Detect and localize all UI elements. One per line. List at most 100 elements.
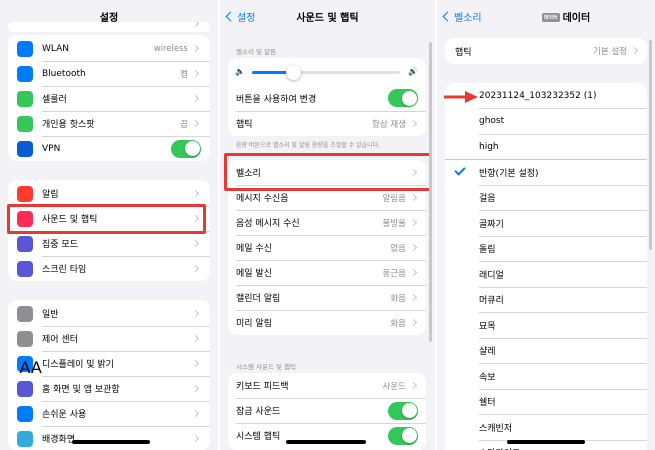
ringtone-item[interactable]: 속보 — [445, 364, 647, 389]
ringtone-item[interactable]: high — [445, 134, 647, 160]
settings-row-label: 손쉬운 사용 — [42, 410, 87, 420]
volume-knob[interactable] — [285, 65, 301, 80]
ringtone-item[interactable]: 래디얼 — [445, 262, 647, 287]
settings-row-value: 끔 — [180, 119, 188, 130]
vpn-toggle[interactable] — [171, 139, 201, 158]
settings-row-1[interactable]: 일반 — [8, 301, 210, 326]
sound-row-value: 화음 — [390, 293, 406, 304]
sound-row-3[interactable]: 시스템 햅틱 — [228, 423, 426, 448]
chevron-right-icon — [191, 359, 200, 367]
ringtone-label: 묘목 — [479, 321, 496, 332]
settings-row-label: VPN — [42, 143, 61, 154]
bell-icon — [20, 188, 31, 199]
chevron-right-icon — [191, 44, 200, 52]
haptics-value: 항상 재생 — [372, 119, 406, 130]
moon-icon — [20, 238, 31, 249]
ringtone-label: 속보 — [479, 372, 496, 383]
sound-row-1[interactable]: 키보드 피드백 사운드 — [228, 373, 426, 398]
volume-group: 🔈 🔊 버튼을 사용하여 변경 햅틱 항상 재생 — [228, 58, 426, 136]
settings-row-label: Bluetooth — [42, 68, 86, 79]
settings-row-3[interactable]: 셀룰러 — [8, 86, 210, 111]
section-header-system: 시스템 사운드 및 햅틱 — [236, 363, 297, 371]
settings-row-3[interactable]: 집중 모드 — [8, 231, 210, 256]
haptics-row[interactable]: 햅틱 항상 재생 — [228, 111, 426, 136]
settings-row-6[interactable]: 배경화면 — [8, 426, 210, 450]
settings-row-2[interactable]: Bluetooth 켬 — [8, 61, 210, 86]
display-icon-tile: AA — [17, 355, 42, 377]
settings-row-label: 배경화면 — [42, 435, 76, 445]
ringtone-item[interactable]: 묘목 — [445, 313, 647, 338]
ringtone-label: 골짜기 — [479, 219, 504, 230]
home-screen-icon — [20, 383, 31, 394]
sound-row-value: 물방울 — [382, 218, 406, 229]
display-icon: AA — [20, 358, 42, 377]
sound-row-value: 사운드 — [382, 381, 406, 392]
settings-row-4[interactable]: 개인용 핫스팟 끔 — [8, 111, 210, 136]
haptics-value: 기본 설정 — [593, 47, 627, 57]
ringtone-panel: 벨소리 데이터 데이터 햅틱 기본 설정 20231124_103232352 (… — [437, 0, 655, 450]
settings-group-network: WLAN wireless Bluetooth 켬 셀룰러 개인용 핫스팟 끔 VPN — [8, 35, 210, 161]
back-button[interactable]: 벨소리 — [442, 9, 482, 24]
ringtone-item[interactable]: 반향(기본 설정) — [445, 160, 647, 185]
settings-row-label: 홈 화면 및 앱 보관함 — [42, 385, 120, 395]
settings-row-label: 디스플레이 및 밝기 — [42, 360, 114, 370]
change-with-buttons-toggle[interactable] — [388, 89, 418, 107]
ringtone-item[interactable]: 돌림 — [445, 236, 647, 262]
home-indicator — [72, 440, 150, 444]
settings-row-2[interactable]: 제어 센터 — [8, 326, 210, 351]
ringtone-label: 스타라이트 — [479, 446, 520, 450]
hotspot-icon-tile — [17, 115, 33, 132]
chevron-right-icon — [409, 193, 418, 201]
haptics-label: 햅틱 — [455, 47, 472, 58]
sound-row-2[interactable]: 잠금 사운드 — [228, 398, 426, 423]
sound-row-label: 메일 발신 — [236, 269, 272, 279]
settings-row-4[interactable]: 홈 화면 및 앱 보관함 — [8, 376, 210, 401]
system-sounds-group: 키보드 피드백 사운드 잠금 사운드 시스템 햅틱 — [228, 373, 426, 450]
ringtone-label: 스캐빈저 — [479, 423, 513, 434]
sound-row-3[interactable]: 음성 메시지 수신 물방울 — [228, 210, 426, 235]
chevron-right-icon — [409, 243, 418, 251]
haptics-label: 햅틱 — [236, 120, 253, 130]
sound-row-7[interactable]: 미리 알림 화음 — [228, 310, 426, 335]
settings-row-3[interactable]: AA 디스플레이 및 밝기 — [8, 351, 210, 377]
page-title: 사운드 및 햅틱 — [296, 13, 359, 24]
settings-row-4[interactable]: 스크린 타임 — [8, 256, 210, 281]
ringtone-item[interactable]: 샬레 — [445, 338, 647, 364]
page-title: 데이터 데이터 — [477, 9, 655, 24]
scrollbar[interactable] — [429, 42, 432, 342]
sound-row-5[interactable]: 메일 발신 둥근음 — [228, 260, 426, 285]
chevron-right-icon — [191, 309, 200, 317]
haptics-row[interactable]: 햅틱 기본 설정 — [445, 38, 647, 64]
ringtone-item[interactable]: 쉘터 — [445, 389, 647, 415]
scrollbar[interactable] — [649, 40, 652, 250]
change-with-buttons-row: 버튼을 사용하여 변경 — [228, 86, 426, 111]
ringtone-item[interactable]: ghost — [445, 109, 647, 134]
settings-row-5[interactable]: 손쉬운 사용 — [8, 401, 210, 426]
sound-toggle[interactable] — [388, 426, 418, 445]
cellular-icon — [20, 93, 31, 104]
sound-row-4[interactable]: 메일 수신 없음 — [228, 235, 426, 260]
chevron-right-icon — [409, 268, 418, 276]
sound-toggle[interactable] — [388, 401, 418, 420]
ringtone-label: ghost — [479, 116, 505, 127]
wifi-icon — [20, 43, 31, 54]
ringtone-item[interactable]: 스캐빈저 — [445, 415, 647, 440]
volume-slider[interactable] — [252, 65, 400, 80]
ringtone-item[interactable]: 머큐리 — [445, 287, 647, 313]
settings-row-1[interactable]: WLAN wireless — [8, 36, 210, 61]
settings-row-5[interactable]: VPN — [8, 136, 210, 161]
ringtone-item[interactable]: 골짜기 — [445, 211, 647, 236]
chevron-right-icon — [191, 434, 200, 442]
sound-row-6[interactable]: 캘린더 알림 화음 — [228, 285, 426, 310]
vpn-icon — [20, 143, 31, 154]
ringtone-item[interactable]: 걸음 — [445, 185, 647, 211]
sound-row-label: 메시지 수신음 — [236, 194, 289, 204]
chevron-right-icon — [191, 22, 200, 28]
highlight-box — [224, 153, 432, 191]
home-indicator — [286, 440, 366, 444]
sound-row-label: 음성 메시지 수신 — [236, 219, 300, 229]
chevron-right-icon — [191, 94, 200, 102]
sounds-header: 설정 사운드 및 햅틱 — [220, 0, 435, 32]
settings-row-1[interactable]: 알림 — [8, 181, 210, 206]
ringtone-label: 20231124_103232352 (1) — [479, 90, 597, 101]
